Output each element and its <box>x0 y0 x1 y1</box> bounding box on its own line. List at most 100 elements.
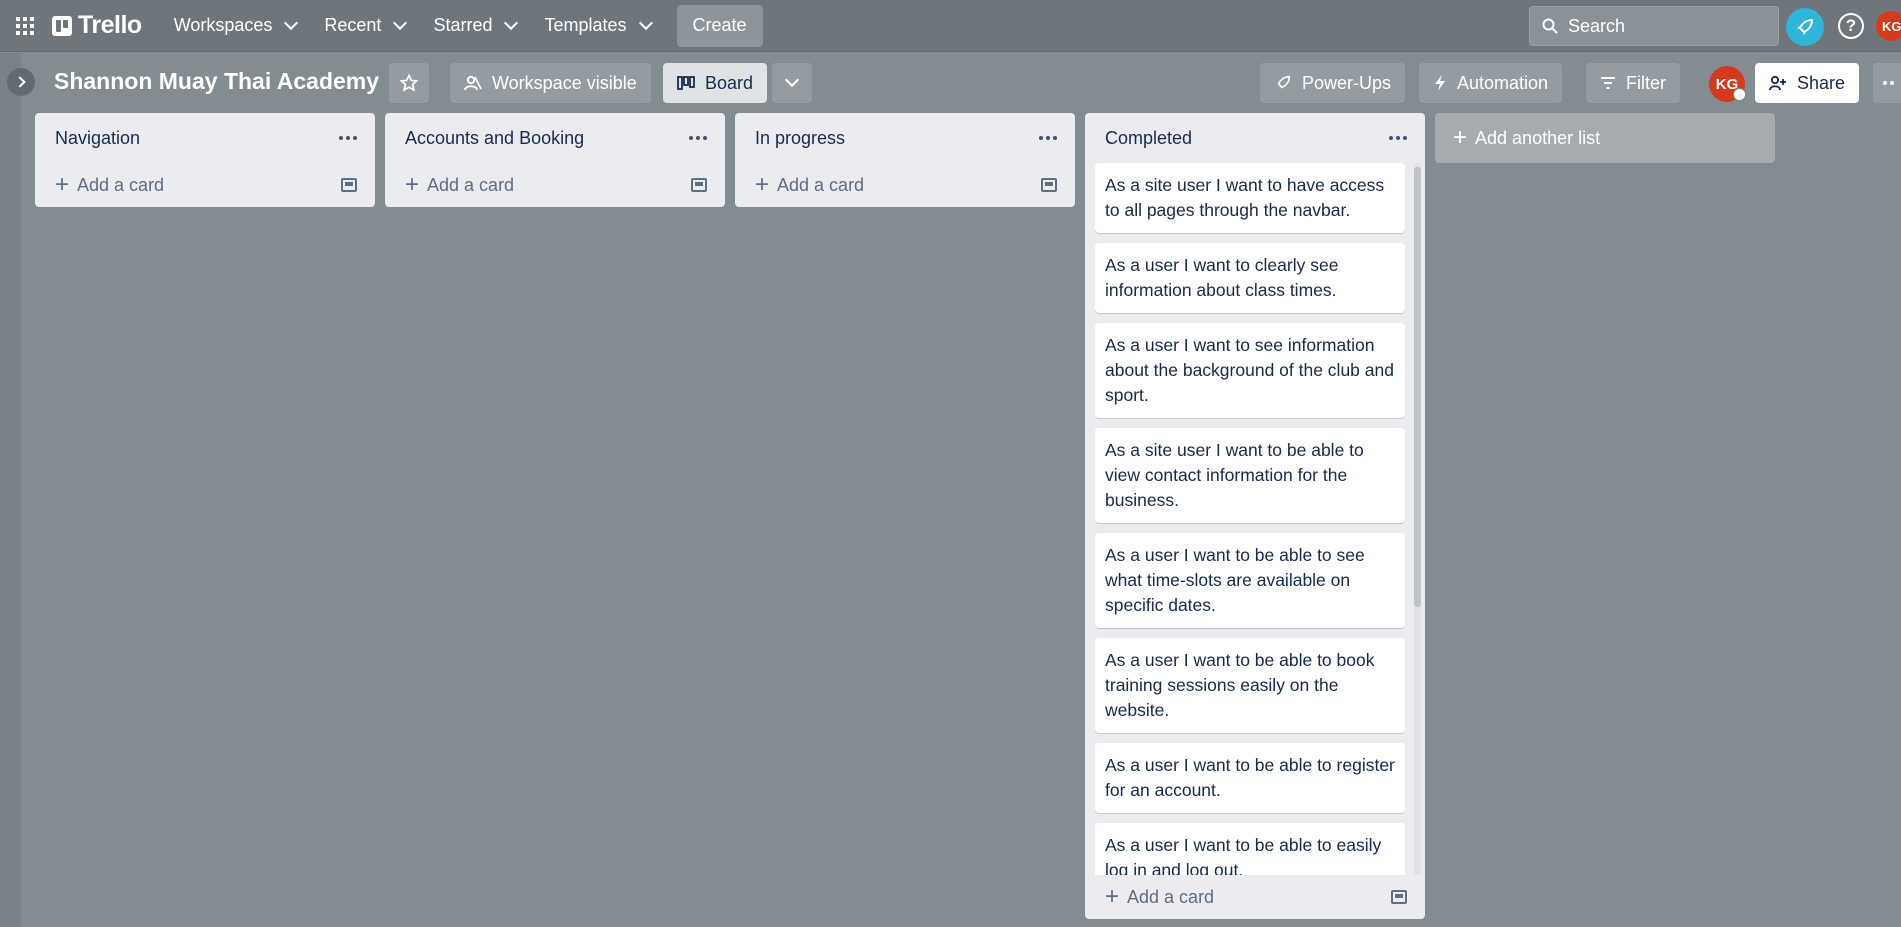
search-icon <box>1542 18 1558 34</box>
list-header: Accounts and Booking <box>385 113 725 163</box>
add-list-button[interactable]: + Add another list <box>1435 113 1775 163</box>
star-board-button[interactable] <box>389 63 429 103</box>
add-card-label: Add a card <box>777 174 865 195</box>
card[interactable]: As a user I want to be able to book trai… <box>1095 638 1405 733</box>
list-scrollbar[interactable] <box>1414 163 1421 875</box>
list-title[interactable]: Accounts and Booking <box>405 128 584 149</box>
list-footer: + Add a card <box>1085 875 1425 919</box>
list-footer: + Add a card <box>35 163 375 207</box>
add-card-label: Add a card <box>427 174 515 195</box>
trello-logo-icon <box>52 15 72 36</box>
list-actions-ellipsis-icon[interactable] <box>339 136 357 140</box>
card[interactable]: As a user I want to be able to easily lo… <box>1095 823 1405 875</box>
chevron-down-icon <box>784 72 800 88</box>
top-app-bar: Trello Workspaces Recent Starred Templat… <box>0 0 1901 52</box>
search-input[interactable]: Search <box>1529 6 1779 46</box>
create-from-template-icon[interactable] <box>691 178 707 192</box>
automation-button[interactable]: Automation <box>1419 63 1563 103</box>
list-header: In progress <box>735 113 1075 163</box>
ellipsis-icon <box>1883 81 1894 85</box>
board-title[interactable]: Shannon Muay Thai Academy <box>54 68 379 95</box>
sidebar-expand-button[interactable] <box>7 68 35 96</box>
list-footer: + Add a card <box>385 163 725 207</box>
plus-icon: + <box>1453 124 1468 151</box>
chevron-down-icon <box>284 15 299 31</box>
chevron-right-icon <box>13 76 26 88</box>
nav-workspaces[interactable]: Workspaces <box>160 6 311 46</box>
nav-starred-label: Starred <box>433 15 493 35</box>
plus-icon: + <box>55 171 70 198</box>
add-card-button[interactable]: + Add a card <box>755 173 864 197</box>
card[interactable]: As a user I want to be able to register … <box>1095 743 1405 813</box>
list-title[interactable]: Navigation <box>55 128 140 149</box>
create-button[interactable]: Create <box>676 4 763 47</box>
automation-label: Automation <box>1457 72 1549 93</box>
filter-icon <box>1601 77 1615 89</box>
view-switcher-button[interactable] <box>772 63 812 103</box>
list-navigation: Navigation + Add a card <box>35 113 375 207</box>
admin-badge-icon <box>1733 88 1746 101</box>
board-view-label: Board <box>705 72 754 93</box>
rocket-icon <box>1277 75 1291 89</box>
plus-icon: + <box>405 171 420 198</box>
list-footer: + Add a card <box>735 163 1075 207</box>
trello-logo-text: Trello <box>78 11 142 39</box>
power-ups-button[interactable]: Power-Ups <box>1260 63 1406 103</box>
list-accounts-and-booking: Accounts and Booking + Add a card <box>385 113 725 207</box>
chevron-down-icon <box>504 15 519 31</box>
add-card-button[interactable]: + Add a card <box>405 173 514 197</box>
share-label: Share <box>1797 72 1846 93</box>
collapsed-sidebar <box>0 53 21 927</box>
filter-label: Filter <box>1626 72 1666 93</box>
add-card-button[interactable]: + Add a card <box>55 173 164 197</box>
create-from-template-icon[interactable] <box>1391 890 1407 904</box>
add-card-label: Add a card <box>1127 886 1215 907</box>
scrollbar-thumb[interactable] <box>1414 167 1421 607</box>
list-title[interactable]: In progress <box>755 128 845 149</box>
trello-logo[interactable]: Trello <box>52 11 142 40</box>
card[interactable]: As a user I want to see information abou… <box>1095 323 1405 418</box>
visibility-button[interactable]: Workspace visible <box>450 63 651 103</box>
board-menu-button[interactable] <box>1873 63 1901 103</box>
apps-grid-icon[interactable] <box>0 0 50 52</box>
nav-templates[interactable]: Templates <box>530 6 664 46</box>
star-icon <box>400 74 418 92</box>
card-list[interactable]: As a site user I want to have access to … <box>1085 163 1425 875</box>
visibility-label: Workspace visible <box>492 72 637 93</box>
search-placeholder: Search <box>1568 15 1626 36</box>
plus-icon: + <box>755 171 770 198</box>
nav-recent-label: Recent <box>324 15 382 35</box>
card[interactable]: As a site user I want to be able to view… <box>1095 428 1405 523</box>
share-button[interactable]: Share <box>1755 63 1860 103</box>
board-view-button[interactable]: Board <box>663 63 768 103</box>
nav-workspaces-label: Workspaces <box>173 15 273 35</box>
add-card-button[interactable]: + Add a card <box>1105 885 1214 909</box>
card[interactable]: As a user I want to be able to see what … <box>1095 533 1405 628</box>
people-icon <box>464 75 482 91</box>
card[interactable]: As a user I want to clearly see informat… <box>1095 243 1405 313</box>
rocket-icon[interactable] <box>1786 8 1824 46</box>
lightning-icon <box>1435 75 1445 91</box>
list-actions-ellipsis-icon[interactable] <box>1389 136 1407 140</box>
create-from-template-icon[interactable] <box>1041 178 1057 192</box>
help-icon[interactable]: ? <box>1838 13 1864 39</box>
list-completed: Completed As a site user I want to have … <box>1085 113 1425 919</box>
list-actions-ellipsis-icon[interactable] <box>689 136 707 140</box>
add-card-label: Add a card <box>77 174 165 195</box>
card[interactable]: As a site user I want to have access to … <box>1095 163 1405 233</box>
create-from-template-icon[interactable] <box>341 178 357 192</box>
power-ups-label: Power-Ups <box>1302 72 1392 93</box>
list-actions-ellipsis-icon[interactable] <box>1039 136 1057 140</box>
nav-recent[interactable]: Recent <box>310 6 419 46</box>
plus-icon: + <box>1105 883 1120 910</box>
list-header: Navigation <box>35 113 375 163</box>
nav-starred[interactable]: Starred <box>419 6 530 46</box>
add-person-icon <box>1769 75 1786 91</box>
list-title[interactable]: Completed <box>1105 128 1192 149</box>
filter-button[interactable]: Filter <box>1586 63 1680 103</box>
chevron-down-icon <box>638 15 653 31</box>
board-icon <box>677 76 695 90</box>
list-header: Completed <box>1085 113 1425 163</box>
chevron-down-icon <box>393 15 408 31</box>
avatar[interactable]: KG <box>1876 11 1901 41</box>
